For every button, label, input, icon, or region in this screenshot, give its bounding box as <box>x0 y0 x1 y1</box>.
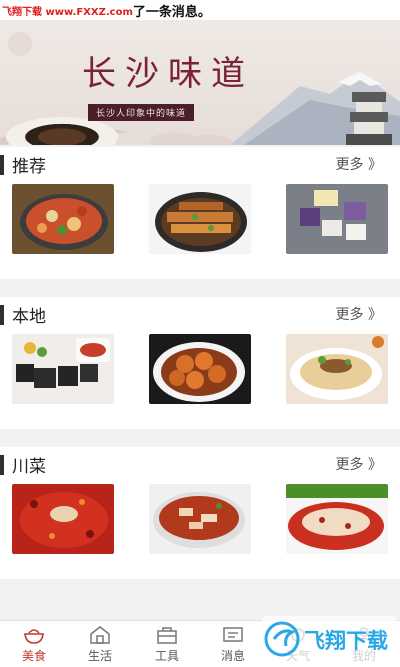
banner[interactable]: 长沙味道 长沙人印象中的味道 <box>0 20 400 145</box>
toolbox-icon <box>157 627 177 644</box>
tab-food[interactable]: 美食 <box>4 625 64 667</box>
stinky-tofu-icon[interactable] <box>12 334 114 404</box>
watermark-logo: 飞翔下载 <box>262 616 396 662</box>
tab-label: 生活 <box>87 649 112 663</box>
tab-label: 美食 <box>21 649 46 663</box>
tab-life[interactable]: 生活 <box>70 625 130 667</box>
rice-cakes-icon[interactable] <box>286 184 388 254</box>
hotpot-icon[interactable] <box>12 184 114 254</box>
meatballs-icon[interactable] <box>149 334 251 404</box>
tab-messages[interactable]: 消息 <box>203 625 263 667</box>
bowl-icon <box>24 629 44 644</box>
section-sichuan: 川菜 更多 》 <box>0 447 400 579</box>
app-screen: 飞翔下载 www.FXXZ.com 了一条消息。 长沙味道 长沙人印象中的味道 … <box>0 0 400 667</box>
tab-label: 消息 <box>220 649 245 663</box>
message-icon <box>223 627 243 642</box>
section-title: 本地 <box>12 307 46 327</box>
section-recommended: 推荐 更多 》 <box>0 147 400 279</box>
tab-label: 工具 <box>154 649 179 663</box>
more-link[interactable]: 更多 》 <box>336 454 382 474</box>
watermark-logo-text: 飞翔下载 <box>304 629 388 653</box>
banner-subtitle: 长沙人印象中的味道 <box>88 104 195 121</box>
section-title: 川菜 <box>12 457 46 477</box>
watermark-text: 飞翔下载 www.FXXZ.com <box>2 6 133 18</box>
section-marker <box>0 455 4 475</box>
saliva-chicken-icon[interactable] <box>286 484 388 554</box>
tab-tools[interactable]: 工具 <box>137 625 197 667</box>
section-marker <box>0 305 4 325</box>
skewers-icon[interactable] <box>149 184 251 254</box>
boiled-fish-icon[interactable] <box>149 484 251 554</box>
notification-text: 了一条消息。 <box>132 4 211 20</box>
spicy-chicken-icon[interactable] <box>12 484 114 554</box>
status-bar: 飞翔下载 www.FXXZ.com 了一条消息。 <box>0 0 400 20</box>
more-link[interactable]: 更多 》 <box>336 154 382 174</box>
house-icon <box>90 626 110 644</box>
banner-title: 长沙味道 <box>82 54 254 94</box>
noodles-icon[interactable] <box>286 334 388 404</box>
more-link[interactable]: 更多 》 <box>336 304 382 324</box>
section-title: 推荐 <box>12 157 46 177</box>
section-marker <box>0 155 4 175</box>
section-local: 本地 更多 》 <box>0 297 400 429</box>
